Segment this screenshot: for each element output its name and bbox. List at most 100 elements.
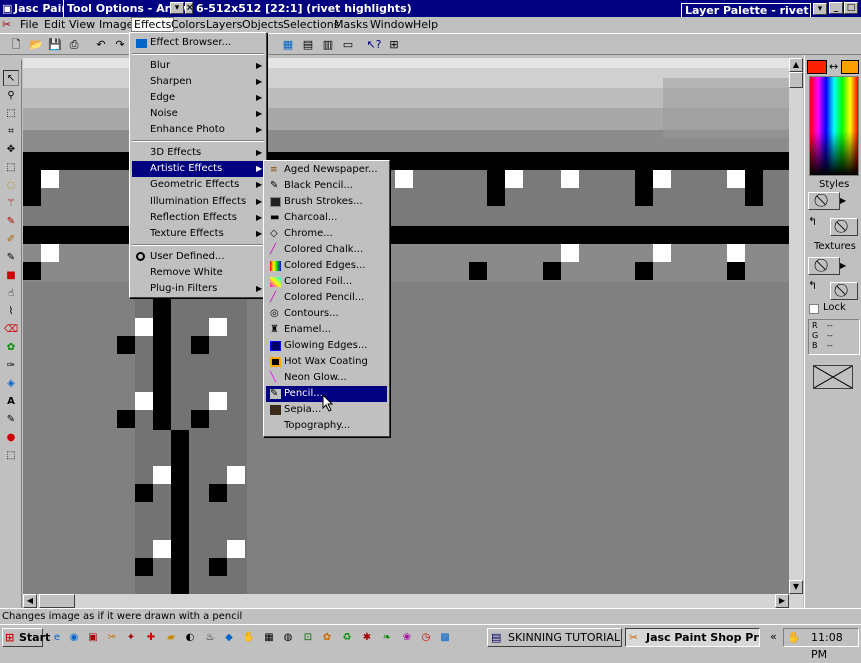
color-replacer-icon[interactable]: ■: [3, 268, 19, 284]
scratch-remover-icon[interactable]: ⌇: [3, 304, 19, 320]
menu-view[interactable]: View: [69, 18, 95, 31]
menu-selections[interactable]: Selections: [283, 18, 339, 31]
photo-icon[interactable]: ▩: [438, 631, 452, 644]
layer-palette-icon[interactable]: ▥: [320, 37, 336, 52]
background-swatch[interactable]: [841, 60, 859, 74]
menu-item-glowing-edges[interactable]: Glowing Edges...: [266, 338, 387, 354]
lock-checkbox[interactable]: [809, 304, 819, 314]
layer-palette-menu-button[interactable]: ▾: [813, 3, 827, 15]
red-cross-icon[interactable]: ✚: [144, 631, 158, 644]
diamond-icon[interactable]: ◆: [222, 631, 236, 644]
eraser-tool-icon[interactable]: ⌫: [3, 322, 19, 338]
palette-icon[interactable]: ✿: [320, 631, 334, 644]
menu-item-neon-glow[interactable]: ╲ Neon Glow...: [266, 370, 387, 386]
vertical-scrollbar[interactable]: ▲ ▼: [789, 58, 803, 594]
flood-fill-icon[interactable]: ◈: [3, 376, 19, 392]
outlook-icon[interactable]: ◉: [67, 631, 81, 644]
folder-icon[interactable]: ▰: [164, 631, 178, 644]
redo-icon[interactable]: ↷: [112, 37, 128, 52]
dropper-tool-icon[interactable]: ✎: [3, 214, 19, 230]
context-help-icon[interactable]: ↖?: [366, 37, 382, 52]
layer-palette-titlebar[interactable]: Layer Palette - rivet hi: [681, 3, 824, 18]
task-skinning-tutorial[interactable]: ▤ SKINNING TUTORIAL - ...: [487, 628, 622, 647]
vertical-scroll-thumb[interactable]: [789, 72, 803, 88]
menu-item-enhance-photo[interactable]: Enhance Photo ▶: [132, 122, 264, 138]
style-dropdown-icon[interactable]: ▶: [840, 196, 846, 205]
undo-icon[interactable]: ↶: [93, 37, 109, 52]
app-menu-icon[interactable]: ✂: [2, 18, 11, 31]
horizontal-scrollbar[interactable]: ◀ ▶: [23, 594, 803, 608]
menu-effects[interactable]: Effects: [131, 17, 175, 32]
menu-help[interactable]: Help: [413, 18, 438, 31]
flower-icon[interactable]: ❀: [400, 631, 414, 644]
menu-item-topography[interactable]: Topography...: [266, 418, 387, 434]
menu-item-colored-chalk[interactable]: ╱ Colored Chalk...: [266, 242, 387, 258]
freehand-tool-icon[interactable]: ◌: [3, 178, 19, 194]
foreground-texture-button[interactable]: ⃠: [808, 257, 840, 275]
magic-wand-icon[interactable]: ⚚: [3, 196, 19, 212]
draw-tool-icon[interactable]: ✎: [3, 412, 19, 428]
preset-shapes-icon[interactable]: ●: [3, 430, 19, 446]
tray-expand-icon[interactable]: «: [770, 630, 777, 643]
menu-item-remove-white[interactable]: Remove White: [132, 265, 264, 281]
toggle-toolbars-icon[interactable]: ⊞: [386, 37, 402, 52]
menu-layers[interactable]: Layers: [206, 18, 242, 31]
menu-item-colored-foil[interactable]: Colored Foil...: [266, 274, 387, 290]
menu-item-artistic-effects[interactable]: Artistic Effects ▶: [132, 161, 264, 177]
airbrush-tool-icon[interactable]: ✑: [3, 358, 19, 374]
crop-tool-icon[interactable]: ⌗: [3, 124, 19, 140]
scroll-right-arrow-icon[interactable]: ▶: [775, 594, 789, 608]
paintbrush-tool-icon[interactable]: ✐: [3, 232, 19, 248]
menu-colors[interactable]: Colors: [171, 18, 205, 31]
foreground-style-button[interactable]: ⃠: [808, 192, 840, 210]
tray-hand-icon[interactable]: ✋: [787, 629, 801, 646]
new-file-icon[interactable]: 🗋: [8, 37, 24, 52]
globe-icon[interactable]: ◍: [281, 631, 295, 644]
retouch-tool-icon[interactable]: ☝: [3, 286, 19, 302]
menu-item-noise[interactable]: Noise ▶: [132, 106, 264, 122]
menu-item-plug-in-filters[interactable]: Plug-in Filters ▶: [132, 281, 264, 297]
menu-item-3d-effects[interactable]: 3D Effects ▶: [132, 145, 264, 161]
text-tool-icon[interactable]: A: [3, 394, 19, 410]
app-launcher-icon[interactable]: ✱: [360, 631, 374, 644]
menu-item-effect-browser[interactable]: Effect Browser...: [132, 35, 264, 51]
menu-item-geometric-effects[interactable]: Geometric Effects ▶: [132, 177, 264, 193]
menu-item-texture-effects[interactable]: Texture Effects ▶: [132, 226, 264, 242]
color-palette-icon[interactable]: ▭: [340, 37, 356, 52]
menu-item-charcoal[interactable]: ▬ Charcoal...: [266, 210, 387, 226]
menu-file[interactable]: File: [20, 18, 38, 31]
horizontal-scroll-thumb[interactable]: [39, 594, 75, 608]
hand-icon[interactable]: ✋: [242, 631, 256, 644]
zoom-tool-icon[interactable]: ⚲: [3, 88, 19, 104]
tool-options-titlebar[interactable]: Tool Options - Arrow ▾ ×: [63, 0, 194, 17]
scroll-left-arrow-icon[interactable]: ◀: [23, 594, 37, 608]
menu-item-aged-newspaper[interactable]: ≡ Aged Newspaper...: [266, 162, 387, 178]
deform-tool-icon[interactable]: ⬚: [3, 106, 19, 122]
menu-item-enamel[interactable]: ♜ Enamel...: [266, 322, 387, 338]
acrobat-icon[interactable]: ▣: [86, 631, 100, 644]
clone-brush-icon[interactable]: ✎: [3, 250, 19, 266]
no-color-swatch[interactable]: [813, 365, 853, 389]
menu-item-sharpen[interactable]: Sharpen ▶: [132, 74, 264, 90]
menu-edit[interactable]: Edit: [44, 18, 65, 31]
menu-item-contours[interactable]: ◎ Contours...: [266, 306, 387, 322]
arrow-tool-icon[interactable]: ↖: [3, 70, 19, 86]
clock-icon[interactable]: ◷: [419, 631, 433, 644]
menu-image[interactable]: Image: [99, 18, 133, 31]
texture-dropdown-icon[interactable]: ▶: [840, 261, 846, 270]
menu-masks[interactable]: Masks: [334, 18, 368, 31]
task-paint-shop-pro[interactable]: ✂ Jasc Paint Shop Pro ...: [625, 628, 760, 647]
internet-explorer-icon[interactable]: e: [50, 631, 64, 644]
menu-objects[interactable]: Objects: [242, 18, 284, 31]
background-texture-button[interactable]: ⃠: [830, 282, 858, 300]
menu-item-colored-pencil[interactable]: ╱ Colored Pencil...: [266, 290, 387, 306]
quicklaunch-tool-icon[interactable]: ✦: [124, 631, 138, 644]
menu-item-illumination-effects[interactable]: Illumination Effects ▶: [132, 194, 264, 210]
picture-tube-icon[interactable]: ✿: [3, 340, 19, 356]
histogram-icon[interactable]: ▦: [280, 37, 296, 52]
selection-tool-icon[interactable]: ⬚: [3, 160, 19, 176]
recycle-icon[interactable]: ♻: [340, 631, 354, 644]
menu-item-reflection-effects[interactable]: Reflection Effects ▶: [132, 210, 264, 226]
menu-item-black-pencil[interactable]: ✎ Black Pencil...: [266, 178, 387, 194]
print-icon[interactable]: ⎙: [66, 37, 82, 52]
